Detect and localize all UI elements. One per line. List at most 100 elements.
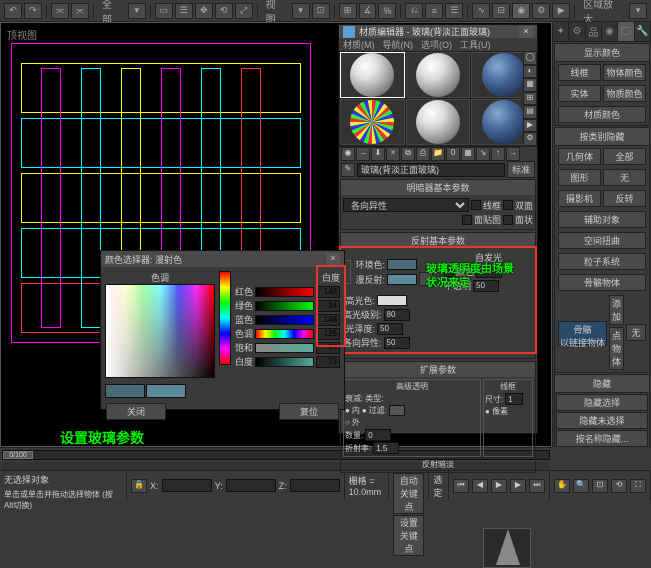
matcolor-button[interactable]: 物质颜色 <box>603 85 646 102</box>
val-value[interactable] <box>316 356 340 368</box>
put-to-scene-icon[interactable]: → <box>356 147 370 161</box>
undo-icon[interactable]: ↶ <box>4 3 22 19</box>
material-type-button[interactable]: 标准 <box>507 161 535 178</box>
facemap-checkbox[interactable] <box>462 215 472 225</box>
nav-sibling-icon[interactable]: → <box>506 147 520 161</box>
dropdown-icon[interactable]: ▾ <box>128 3 146 19</box>
assign-icon[interactable]: ⬇ <box>371 147 385 161</box>
select-icon[interactable]: ▭ <box>155 3 173 19</box>
color-picker-titlebar[interactable]: 颜色选择器: 漫射色 × <box>101 251 344 267</box>
filter-swatch[interactable] <box>389 405 405 416</box>
sample-slot[interactable] <box>340 99 405 145</box>
schematic-icon[interactable]: ⊟ <box>492 3 510 19</box>
y-field[interactable] <box>226 479 276 492</box>
create-tab-icon[interactable]: ✦ <box>553 22 569 41</box>
prev-frame-icon[interactable]: ◀ <box>472 479 488 493</box>
copy-icon[interactable]: ⧉ <box>401 147 415 161</box>
goto-end-icon[interactable]: ⏭ <box>529 479 545 493</box>
sat-slider[interactable] <box>255 343 314 353</box>
background-icon[interactable]: ▦ <box>523 78 537 92</box>
color-field[interactable] <box>105 284 215 378</box>
material-editor-icon[interactable]: ◉ <box>512 3 530 19</box>
hide-helper[interactable]: 辅助对象 <box>558 211 646 228</box>
shaded-button[interactable]: 实体 <box>558 85 601 102</box>
none-button[interactable]: 无 <box>626 324 646 341</box>
link-icon[interactable]: ⫘ <box>51 3 69 19</box>
faceted-checkbox[interactable] <box>503 215 513 225</box>
z-field[interactable] <box>290 479 340 492</box>
angle-snap-icon[interactable]: ∡ <box>359 3 377 19</box>
add-button[interactable]: 添加 <box>609 295 624 325</box>
hide-geom[interactable]: 几何体 <box>558 148 601 165</box>
hide-none[interactable]: 无 <box>603 169 646 186</box>
scale-icon[interactable]: ⤢ <box>235 3 253 19</box>
wireframe-button[interactable]: 线框 <box>558 64 601 81</box>
zoom-icon[interactable]: 🔍 <box>573 479 589 493</box>
hide-warp[interactable]: 空间扭曲 <box>558 232 646 249</box>
hue-slider[interactable] <box>219 271 231 365</box>
sample-type-icon[interactable]: ◯ <box>523 51 537 65</box>
autokey-button[interactable]: 自动关键点 <box>393 473 424 514</box>
menu-options[interactable]: 选项(O) <box>421 38 452 51</box>
close-icon[interactable]: × <box>519 26 533 38</box>
hide-particle[interactable]: 粒子系统 <box>558 253 646 270</box>
uv-tile-icon[interactable]: ⊞ <box>523 92 537 106</box>
motion-tab-icon[interactable]: ◉ <box>602 22 618 41</box>
reset-button[interactable]: 复位 <box>279 403 339 420</box>
amount-spinner[interactable] <box>365 429 391 441</box>
orbit-icon[interactable]: ⟲ <box>611 479 627 493</box>
hide-shapes[interactable]: 图形 <box>558 169 601 186</box>
blue-slider[interactable] <box>255 315 314 325</box>
align-icon[interactable]: ≡ <box>425 3 443 19</box>
rollout-header[interactable]: 隐藏 <box>555 375 649 393</box>
options-icon[interactable]: ⚙ <box>523 132 537 146</box>
backlight-icon[interactable]: ◐ <box>523 65 537 79</box>
hide-invert[interactable]: 反转 <box>603 190 646 207</box>
rotate-icon[interactable]: ⟲ <box>215 3 233 19</box>
display-tab-icon[interactable]: 🖵 <box>618 22 634 41</box>
snap-icon[interactable]: ⊞ <box>339 3 357 19</box>
red-slider[interactable] <box>255 287 314 297</box>
pan-icon[interactable]: ✋ <box>554 479 570 493</box>
rollout-header[interactable]: 明暗器基本参数 <box>341 180 535 195</box>
goto-start-icon[interactable]: ⏮ <box>453 479 469 493</box>
wiresize-spinner[interactable] <box>505 393 523 405</box>
curve-editor-icon[interactable]: ∿ <box>472 3 490 19</box>
layers-icon[interactable]: ☰ <box>445 3 463 19</box>
menu-material[interactable]: 材质(M) <box>343 38 375 51</box>
pick-icon[interactable]: ✎ <box>341 163 355 177</box>
put-library-icon[interactable]: 📁 <box>431 147 445 161</box>
menu-navigate[interactable]: 导航(N) <box>383 38 414 51</box>
ior-spinner[interactable] <box>373 442 399 454</box>
show-map-icon[interactable]: ▦ <box>461 147 475 161</box>
show-end-icon[interactable]: ↘ <box>476 147 490 161</box>
get-material-icon[interactable]: ◉ <box>341 147 355 161</box>
sample-slot[interactable] <box>406 52 471 98</box>
next-frame-icon[interactable]: ▶ <box>510 479 526 493</box>
material-editor-titlebar[interactable]: 材质编辑器 - 玻璃(背淡正面玻璃) × <box>339 25 537 38</box>
bone-link-box[interactable]: 骨骼 以链接物体 <box>558 321 607 345</box>
zoom-ext-icon[interactable]: ⊡ <box>592 479 608 493</box>
utilities-tab-icon[interactable]: 🔧 <box>635 22 651 41</box>
twoside-checkbox[interactable] <box>503 200 513 210</box>
sample-slot[interactable] <box>340 52 405 98</box>
video-check-icon[interactable]: ▤ <box>523 105 537 119</box>
sample-slot[interactable] <box>406 99 471 145</box>
dropdown-icon[interactable]: ▾ <box>292 3 310 19</box>
modify-tab-icon[interactable]: ⚙ <box>569 22 585 41</box>
hide-unsel[interactable]: 隐藏未选择 <box>556 412 648 429</box>
play-icon[interactable]: ▶ <box>491 479 507 493</box>
material-name-input[interactable] <box>357 163 505 177</box>
rollout-header[interactable]: 显示颜色 <box>555 44 649 62</box>
make-unique-icon[interactable]: ⎙ <box>416 147 430 161</box>
pivot-icon[interactable]: ⊡ <box>312 3 330 19</box>
reset-icon[interactable]: × <box>386 147 400 161</box>
redo-icon[interactable]: ↷ <box>24 3 42 19</box>
unlink-icon[interactable]: ⫘ <box>71 3 89 19</box>
rollout-header[interactable]: 按类别隐藏 <box>555 128 649 146</box>
hierarchy-tab-icon[interactable]: 品 <box>586 22 602 41</box>
nav-parent-icon[interactable]: ↑ <box>491 147 505 161</box>
maximize-icon[interactable]: ⛶ <box>630 479 646 493</box>
percent-snap-icon[interactable]: % <box>378 3 396 19</box>
shader-dropdown[interactable]: 各向异性 <box>343 198 469 212</box>
